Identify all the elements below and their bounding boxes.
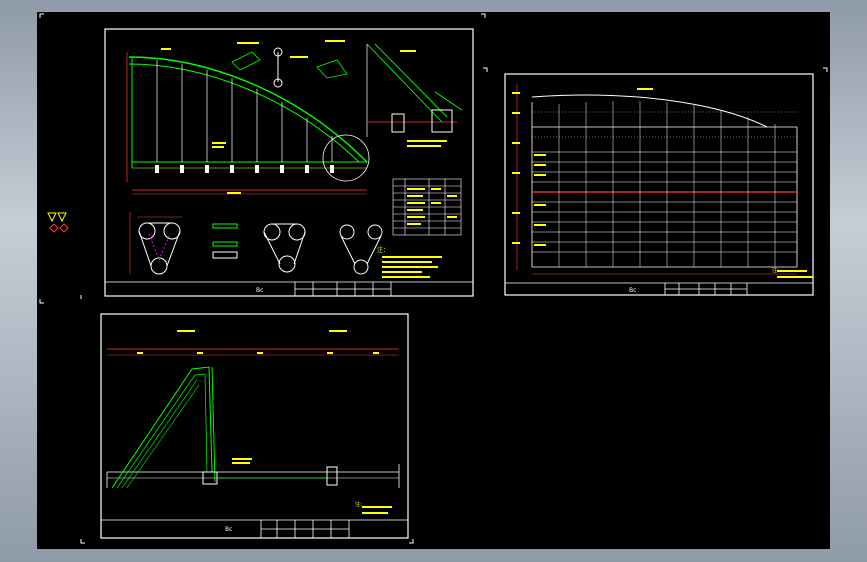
cross-section-1: [129, 212, 182, 275]
title-block-3: [101, 519, 408, 538]
plan-labels: [512, 88, 813, 278]
notes-header-3: 注：: [355, 501, 365, 508]
cross-section-3: [339, 224, 383, 275]
cad-drawing-canvas[interactable]: Bc 注： Bc 注： Bc 注：: [37, 12, 830, 549]
title-block-2: [505, 282, 813, 295]
sheet-1[interactable]: Bc 注：: [104, 28, 474, 297]
section-elevation: [106, 348, 400, 489]
drawing-svg: Bc 注： Bc 注： Bc 注：: [39, 13, 828, 544]
title-block-label-3: Bc: [225, 526, 232, 533]
arch-elevation: [126, 48, 370, 195]
material-table: [392, 178, 462, 236]
hexagon-marker-icon: [49, 223, 69, 233]
notes-header-1: 注：: [377, 246, 389, 254]
plan-dash-lines: [532, 111, 797, 138]
title-block-label-2: Bc: [629, 287, 636, 294]
plan-grid: [532, 101, 797, 267]
title-block-1: [105, 281, 473, 296]
section-labels: [137, 330, 392, 514]
notes-1: 注：: [377, 246, 442, 278]
material-table-entries: [407, 188, 457, 225]
sheet-2[interactable]: Bc 注：: [504, 73, 814, 296]
sheet-3[interactable]: Bc 注：: [100, 313, 409, 539]
triangle-marker-icon: [47, 212, 67, 223]
crop-marks: [39, 13, 828, 544]
cross-section-2: [263, 223, 306, 273]
detail-cable: [231, 40, 348, 88]
anchorage-detail: [366, 43, 463, 147]
notes-header-2: 注：: [772, 267, 782, 274]
title-block-label-1: Bc: [256, 287, 263, 294]
plate-detail: [212, 223, 238, 259]
